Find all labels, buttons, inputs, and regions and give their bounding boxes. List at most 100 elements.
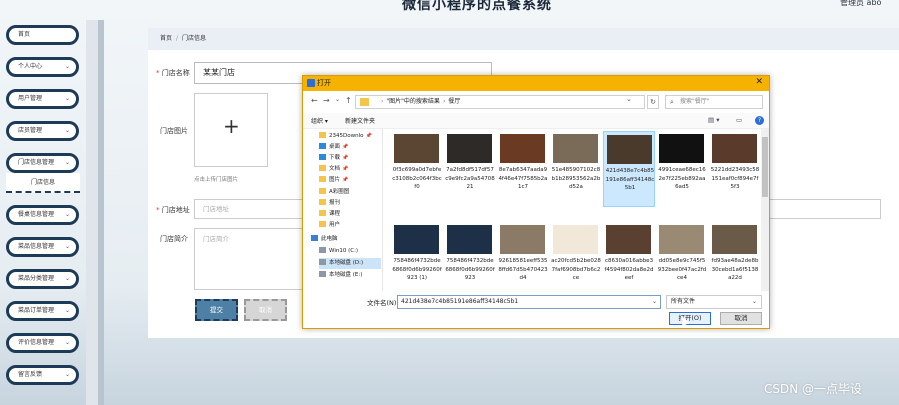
nav-item[interactable]: 桌面 📌 — [319, 142, 381, 153]
sidebar-subitem-store-info[interactable]: 门店信息 — [6, 173, 80, 193]
organize-button[interactable]: 组织 ▾ — [311, 116, 328, 125]
nav-item[interactable]: Win10 (C:) — [319, 246, 381, 257]
path-separator: › — [442, 98, 446, 105]
chevron-down-icon: ⌄ — [64, 307, 70, 314]
nav-item-label: 报刊 — [329, 200, 341, 206]
nav-item[interactable]: 课程 — [319, 209, 381, 220]
help-icon[interactable]: ? — [755, 116, 764, 125]
file-thumbnail[interactable]: 421d438e7c4b85191e86aff34148c5b1 — [603, 131, 655, 207]
admin-label[interactable]: 管理员 abo — [840, 0, 881, 8]
image-thumbnail — [394, 134, 439, 163]
sidebar-item-staff[interactable]: 店员管理 ⌄ — [6, 121, 79, 141]
pin-icon: 📌 — [342, 155, 349, 161]
file-thumbnail[interactable]: 5221dd23493c58151eaf0cf894e7f5f3 — [709, 131, 761, 207]
file-name-caption: 51e485907102c8b1b28953562a2bd52a — [551, 167, 601, 190]
recent-dropdown-icon[interactable]: ⌄ — [335, 96, 340, 103]
file-thumbnail[interactable]: ac20fcd5b2be0287faf6908bd7b6c2ce — [550, 222, 602, 288]
store-address-label: * 门店地址 — [156, 205, 190, 215]
file-name-caption: 421d438e7c4b85191e86aff34148c5b1 — [605, 168, 655, 191]
image-upload-box[interactable]: + — [194, 93, 268, 167]
file-thumbnail[interactable]: 7a2fd8df517df57c9e9fc2a9a5470821 — [444, 131, 496, 207]
folder-icon — [319, 199, 326, 205]
file-thumbnail[interactable]: 51e485907102c8b1b28953562a2bd52a — [550, 131, 602, 207]
forward-arrow-icon[interactable]: → — [323, 96, 330, 105]
dialog-title-bar[interactable]: 打开 ✕ — [303, 76, 769, 91]
sidebar-item-tables[interactable]: 餐桌信息管理 ⌄ — [6, 205, 79, 225]
folder-icon — [319, 176, 326, 182]
vertical-scrollbar[interactable] — [761, 129, 769, 291]
open-button[interactable]: 打开(O) — [669, 312, 711, 325]
chevron-down-icon[interactable]: ⌄ — [652, 296, 657, 308]
nav-item[interactable]: 文档 📌 — [319, 164, 381, 175]
sidebar-item-users[interactable]: 用户管理 ⌄ — [6, 89, 79, 109]
sidebar-item-feedback[interactable]: 留言反馈 ⌄ — [6, 365, 79, 385]
file-thumbnail[interactable]: 8e7ab6347aada94f46e47f7585b2a1c7 — [497, 131, 549, 207]
cancel-button[interactable]: 取消 — [244, 299, 287, 321]
sidebar-item-profile[interactable]: 个人中心 ⌄ — [6, 57, 79, 77]
store-intro-label: 门店简介 — [160, 235, 188, 243]
search-input[interactable]: ⌕ 搜索"餐厅" — [665, 95, 763, 109]
sidebar-item-dishes[interactable]: 菜品信息管理 ⌄ — [6, 237, 79, 257]
refresh-icon[interactable]: ↻ — [647, 95, 659, 109]
file-thumbnail[interactable]: 758486f4732bde6868f0d6b99260f923 (1) — [391, 222, 443, 288]
nav-item[interactable]: 2345Downlo 📌 — [319, 131, 381, 142]
image-thumbnail — [606, 225, 651, 254]
nav-item[interactable]: 报刊 — [319, 198, 381, 209]
sidebar-item-home[interactable]: 首页 — [6, 25, 79, 45]
nav-item-label: 图片 — [329, 177, 341, 183]
up-arrow-icon[interactable]: ↑ — [345, 96, 352, 105]
sidebar-item-orders[interactable]: 菜品订单管理 ⌄ — [6, 301, 79, 321]
nav-item[interactable]: 下载 📌 — [319, 153, 381, 164]
store-address-input[interactable]: 门店地址 — [194, 199, 304, 219]
store-intro-textarea[interactable]: 门店简介 — [194, 228, 304, 290]
sidebar-item-label: 用户管理 — [18, 95, 43, 102]
back-arrow-icon[interactable]: ← — [311, 96, 318, 105]
chevron-down-icon: ⌄ — [64, 339, 70, 346]
drive-icon — [319, 259, 326, 265]
plus-icon: + — [223, 114, 240, 138]
view-options-icon[interactable]: ▤ ▾ — [708, 116, 719, 124]
nav-item[interactable]: 用户 — [319, 220, 381, 231]
file-type-select[interactable]: 所有文件 ⌄ — [666, 295, 762, 309]
file-thumbnail[interactable]: dd05e8e9c745f5932bee0f47ac2fdce4 — [656, 222, 708, 288]
nav-item[interactable]: 此电脑 — [311, 234, 381, 245]
nav-item-label: 2345Downlo — [329, 133, 364, 139]
image-thumbnail — [394, 225, 439, 254]
nav-item[interactable]: 图片 📌 — [319, 175, 381, 186]
filename-input[interactable]: 421d438e7c4b85191e86aff34148c5b1 ⌄ — [397, 295, 661, 309]
label-text: 门店名称 — [161, 69, 190, 77]
new-folder-button[interactable]: 新建文件夹 — [345, 116, 375, 125]
nav-item[interactable]: 本地磁盘 (E:) — [319, 270, 381, 281]
sidebar-item-reviews[interactable]: 评价信息管理 ⌄ — [6, 333, 79, 353]
submit-button[interactable]: 提交 — [195, 299, 238, 321]
watermark: CSDN @一点毕设 — [764, 382, 863, 396]
path-dropdown-icon[interactable]: ⌄ — [626, 95, 632, 103]
preview-pane-icon[interactable]: ▭ — [736, 116, 742, 124]
path-segment-folder[interactable]: 餐厅 — [448, 98, 460, 105]
sidebar: 首页 个人中心 ⌄ 用户管理 ⌄ 店员管理 ⌄ 门店信息管理 ⌄ 门店信息 餐桌信息管理… — [0, 20, 104, 405]
scrollbar-thumb[interactable] — [762, 137, 768, 197]
file-thumbnail[interactable]: c8630a016abbe3f4594f802da8e2deef — [603, 222, 655, 288]
sidebar-item-dish-categories[interactable]: 菜品分类管理 ⌄ — [6, 269, 79, 289]
store-image-label: 门店图片 — [160, 127, 188, 135]
path-box[interactable]: › "图片"中的搜索结果 › 餐厅 — [355, 95, 645, 109]
nav-item[interactable]: 本地磁盘 (D:) — [319, 258, 381, 269]
file-thumbnail[interactable]: 4991ceae68ec162e7f225eb892aa6ad5 — [656, 131, 708, 207]
file-name-caption: dd05e8e9c745f5932bee0f47ac2fdce4 — [657, 258, 707, 281]
image-thumbnail — [500, 134, 545, 163]
file-thumbnail[interactable]: fd93ae48a2de8b30cebd1a6f5138a22d — [709, 222, 761, 288]
sidebar-item-label: 店员管理 — [18, 127, 43, 134]
breadcrumb-home[interactable]: 首页 — [160, 35, 172, 42]
sidebar-item-store[interactable]: 门店信息管理 ⌄ — [6, 153, 79, 173]
file-thumbnail[interactable]: 758486f4732bde6868f0d6b99260f923 — [444, 222, 496, 288]
nav-item[interactable]: A彩圈图 — [319, 187, 381, 198]
file-grid: 0f3c699a0d7ebfec3108b2c064f3bcf0 7a2fd8df… — [385, 129, 759, 291]
sidebar-item-label: 个人中心 — [18, 63, 43, 70]
file-thumbnail[interactable]: 0f3c699a0d7ebfec3108b2c064f3bcf0 — [391, 131, 443, 207]
store-address-input-tail[interactable] — [766, 199, 881, 219]
close-icon[interactable]: ✕ — [755, 77, 763, 87]
path-segment-search[interactable]: "图片"中的搜索结果 — [386, 98, 440, 105]
file-thumbnail[interactable]: 92618581eeff5358ffd67d5b470423d4 — [497, 222, 549, 288]
nav-item-label: 此电脑 — [321, 236, 338, 242]
dialog-cancel-button[interactable]: 取消 — [720, 312, 762, 325]
